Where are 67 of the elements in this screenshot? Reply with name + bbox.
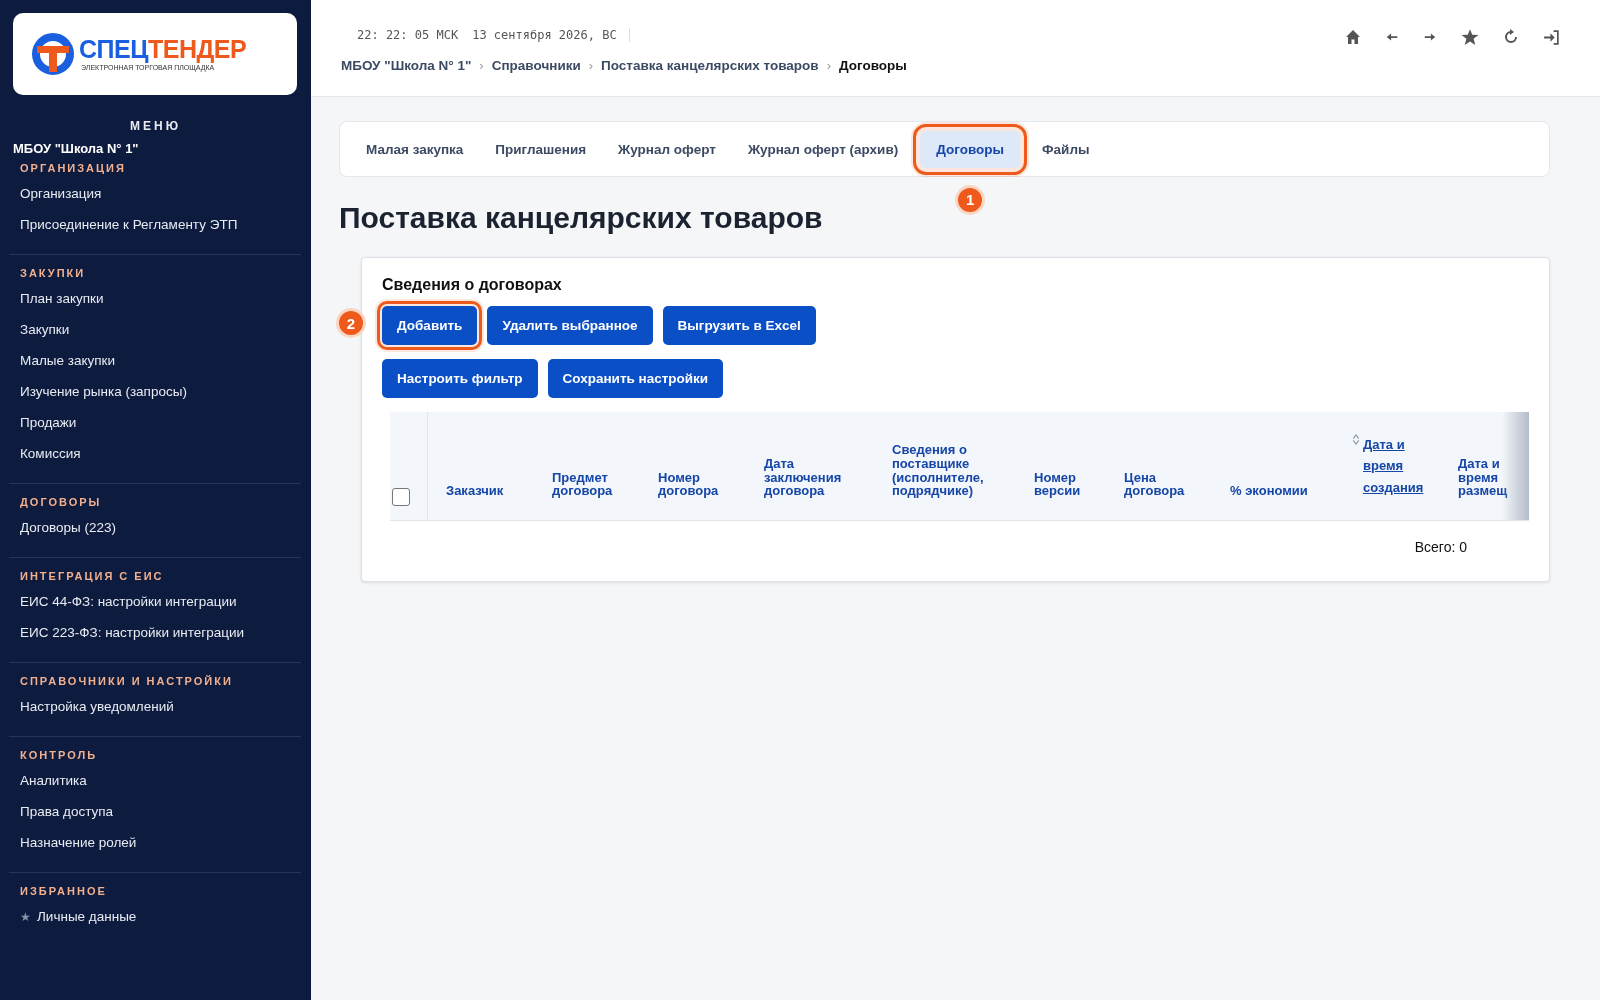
total-count: Всего: 0 [1413,539,1467,555]
tab[interactable]: Журнал оферт (архив) [731,130,915,168]
page-title: Поставка канцелярских товаров [339,201,824,235]
sort-icon[interactable] [1352,434,1360,445]
sidebar-item[interactable]: Настройка уведомлений [0,691,311,722]
callout-badge: 1 [955,184,986,215]
organization-name: МБОУ "Школа N° 1" [13,141,140,156]
column-header: Дата заключения договора [764,457,843,498]
clock-time: 22: 22: 05 МСК [357,28,459,42]
sidebar-item[interactable]: Аналитика [0,765,311,796]
section-heading: СПРАВОЧНИКИ И НАСТРОЙКИ [20,675,234,687]
home-icon[interactable] [1345,29,1361,45]
star-icon[interactable] [1461,28,1479,46]
section-heading: ЗАКУПКИ [20,267,87,279]
action-button[interactable]: Настроить фильтр [382,359,538,398]
sidebar-item[interactable]: Продажи [0,407,311,438]
card-title: Сведения о договорах [382,276,563,294]
section-heading: ИНТЕГРАЦИЯ С ЕИС [20,570,165,582]
breadcrumb-link[interactable]: Справочники [491,58,581,73]
breadcrumb-link[interactable]: Поставка канцелярских товаров [601,58,819,73]
column-header: Номер версии [1034,470,1082,498]
sidebar-item[interactable]: Изучение рынка (запросы) [0,376,311,407]
chevron-icon: › [479,58,484,73]
sidebar-item[interactable]: ЕИС 44-ФЗ: настройки интеграции [0,586,311,617]
tab[interactable]: Журнал оферт [602,130,732,168]
tab[interactable]: Файлы [1026,130,1106,168]
section-heading: ИЗБРАННОЕ [20,885,108,897]
sidebar-item[interactable]: Комиссия [0,438,311,469]
action-button[interactable]: Выгрузить в Excel [662,306,816,345]
sidebar-item[interactable]: Личные данные [37,901,137,932]
chevron-icon: › [826,58,831,73]
refresh-icon[interactable] [1503,29,1519,45]
column-header: % экономии [1230,484,1308,498]
star-icon: ★ [20,909,31,924]
breadcrumb-link[interactable]: Договоры [839,58,907,73]
sidebar-item[interactable]: Права доступа [0,796,311,827]
sidebar-item[interactable]: Организация [0,178,311,209]
action-button[interactable]: Сохранить настройки [547,359,724,398]
sidebar-item[interactable]: Малые закупки [0,345,311,376]
sidebar-item[interactable]: Присоединение к Регламенту ЭТП [0,209,311,240]
sidebar-item[interactable]: Закупки [0,314,311,345]
brand-name: СПЕЦТЕНДЕР [79,37,247,62]
chevron-icon: › [588,58,594,73]
column-header-link[interactable]: Дата и время создания [1363,434,1437,499]
sidebar-item[interactable]: ЕИС 223-ФЗ: настройки интеграции [0,617,311,648]
column-header: Сведения о поставщике (исполнителе, подрядчике) [892,443,985,498]
breadcrumb-link[interactable]: МБОУ "Школа N° 1" [341,58,472,73]
sidebar-item[interactable]: Договоры (223) [0,512,311,543]
tab[interactable]: Малая закупка [350,130,480,168]
column-header: Заказчик [446,484,504,498]
logo-icon [31,32,75,76]
section-heading: ДОГОВОРЫ [20,496,103,508]
select-all-checkbox[interactable] [392,488,410,506]
column-header: Цена договора [1124,470,1186,498]
sidebar-item[interactable]: План закупки [0,283,311,314]
sidebar-item[interactable]: Назначение ролей [0,827,311,858]
clock-date: 13 сентября 2026, ВС [472,28,630,42]
tab[interactable]: Приглашения [479,130,603,168]
column-header: Дата и время размещ [1458,457,1508,498]
logout-icon[interactable] [1543,28,1560,46]
column-header: Предмет договора [552,470,614,498]
section-heading: КОНТРОЛЬ [20,749,99,761]
callout-badge: 2 [336,308,366,338]
column-header: Номер договора [658,470,720,498]
menu-title: МЕНЮ [128,119,182,133]
section-heading: ОРГАНИЗАЦИЯ [20,162,127,174]
action-button[interactable]: Удалить выбранное [487,306,653,345]
